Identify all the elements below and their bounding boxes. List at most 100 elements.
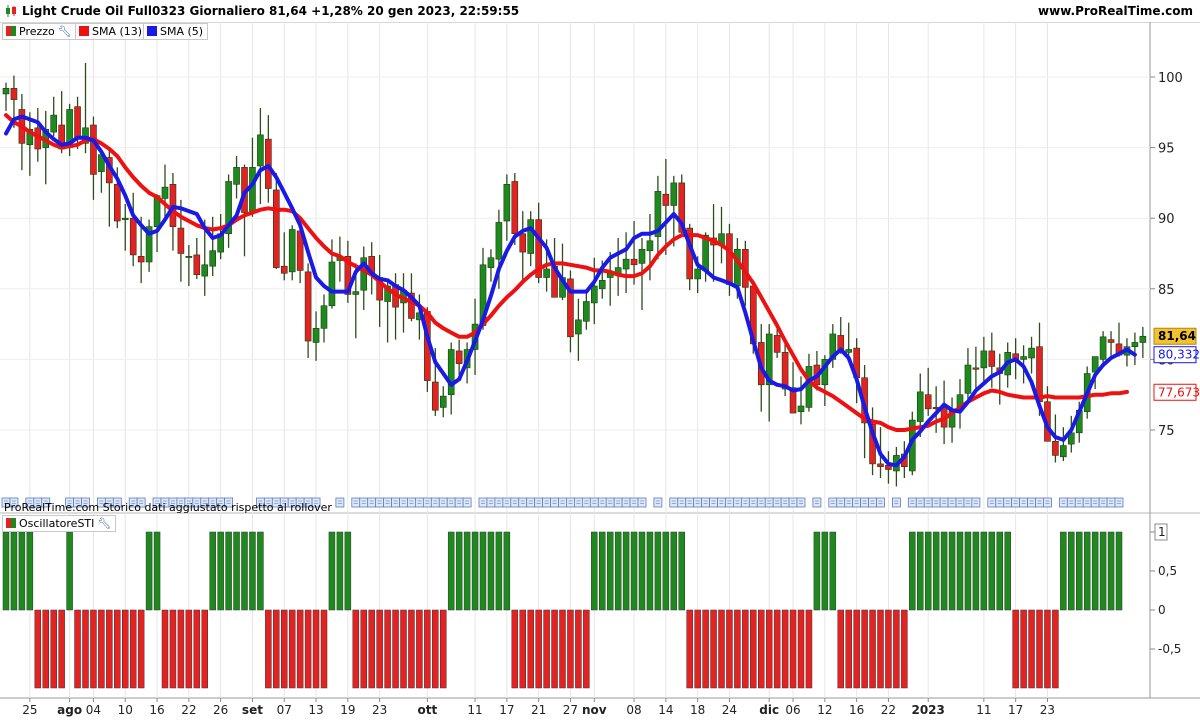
event-doc-icon [1027, 497, 1036, 508]
event-doc-frame [1043, 497, 1052, 508]
event-doc-frame [1114, 497, 1124, 508]
legend-sma5[interactable]: SMA (5) [143, 23, 209, 40]
event-doc-frame [430, 497, 440, 508]
candle-body [916, 391, 924, 422]
oscillator-bar [360, 609, 367, 689]
event-doc-icon [407, 497, 416, 508]
event-doc-icon [971, 497, 981, 508]
event-doc-icon [430, 497, 440, 508]
oscillator-bar [917, 531, 924, 611]
candle-body [694, 268, 701, 280]
candle-body [781, 352, 789, 390]
oscillator-bar [527, 609, 534, 689]
event-doc-icon [438, 497, 448, 508]
oscillator-bar [599, 531, 606, 611]
oscillator-bar [519, 609, 526, 689]
event-doc-icon [812, 497, 822, 508]
oscillator-bar [193, 609, 201, 689]
oscillator-bar [885, 609, 892, 689]
event-doc-frame [1082, 497, 1092, 508]
oscillator-bar [1060, 531, 1067, 611]
oscillator-bar [821, 531, 829, 611]
x-tick-label: 19 [340, 703, 355, 717]
oscillator-bar [964, 531, 972, 611]
oscillator-bar [98, 609, 105, 689]
x-tick-label: 25 [22, 703, 37, 717]
x-tick-label: 08 [626, 703, 641, 717]
event-doc-frame [1011, 497, 1021, 508]
event-doc-frame [1074, 497, 1084, 508]
osc-tick-label: -0,5 [1158, 642, 1181, 656]
event-doc-icon [796, 497, 806, 508]
oscillator-bar [750, 609, 757, 689]
event-doc-icon [589, 497, 599, 508]
legend-price[interactable]: Prezzo 🔧︎ [2, 23, 77, 40]
x-tick-label: dic [759, 703, 779, 717]
rollover-notice: ProRealTime.com Storico dati aggiustato … [4, 501, 332, 514]
event-doc-icon [581, 497, 591, 508]
x-tick-label: 12 [817, 703, 832, 717]
oscillator-bar [734, 609, 741, 689]
oscillator-bar [169, 609, 177, 689]
candle-body [2, 87, 10, 95]
osc-tick-label: 0 [1158, 603, 1166, 617]
sma5-swatch-icon [147, 26, 157, 36]
x-tick-label: 22 [881, 703, 896, 717]
event-doc-icon [502, 497, 512, 508]
oscillator-bar [654, 531, 662, 611]
candle-body [257, 134, 264, 167]
oscillator-bar [765, 609, 773, 689]
x-tick-label: 04 [86, 703, 101, 717]
oscillator-bar [789, 609, 797, 689]
oscillator-bar [630, 531, 638, 611]
candle-body [201, 264, 209, 277]
event-doc-frame [359, 497, 369, 508]
event-doc-frame [550, 497, 559, 508]
oscillator-bar [559, 609, 566, 689]
event-doc-icon [701, 497, 710, 508]
oscillator-bar [209, 531, 216, 611]
candle-body [805, 366, 813, 408]
event-doc-frame [597, 497, 607, 508]
event-doc-frame [963, 497, 973, 508]
event-doc-icon [1058, 497, 1068, 508]
wrench-icon[interactable]: 🔧︎ [58, 24, 72, 39]
oscillator-bar [1115, 531, 1123, 611]
candle-body [622, 258, 630, 270]
event-doc-frame [836, 497, 846, 508]
oscillator-bar [622, 531, 630, 611]
event-doc-frame [621, 497, 631, 508]
oscillator-bar [225, 531, 232, 611]
event-doc-frame [955, 497, 965, 508]
oscillator-bar [932, 531, 940, 611]
event-doc-frame [733, 497, 742, 508]
oscillator-bar [503, 531, 511, 611]
oscillator-bar [813, 531, 821, 611]
wrench-icon[interactable]: 🔧︎ [97, 516, 111, 531]
oscillator-bar [368, 609, 375, 689]
oscillator-bar [956, 531, 964, 611]
event-doc-icon [772, 497, 782, 508]
legend-oscillator[interactable]: OscillatoreSTI 🔧︎ [2, 515, 117, 532]
candle-body [121, 217, 129, 220]
event-doc-icon [740, 497, 750, 508]
sma13-line [4, 113, 1129, 432]
oscillator-bar [1044, 609, 1051, 689]
chart-canvas[interactable]: 758085909510077,67380,33281,6410,50-0,5 … [0, 0, 1200, 720]
event-doc-icon [605, 497, 615, 508]
event-doc-frame [637, 497, 647, 508]
candle-body [320, 305, 328, 329]
event-doc-icon [375, 497, 385, 508]
oscillator-bar [662, 531, 670, 611]
legend-sma13[interactable]: SMA (13) [75, 23, 148, 40]
oscillator-bar [710, 609, 717, 689]
candle-body [527, 219, 535, 254]
oscillator-bar [1083, 531, 1091, 611]
x-tick-label: 21 [531, 703, 546, 717]
event-doc-icon [1019, 497, 1028, 508]
candle-body [439, 395, 447, 408]
oscillator-bar [901, 609, 908, 689]
oscillator-bar [42, 609, 49, 689]
event-doc-frame [971, 497, 981, 508]
candle-body [74, 106, 81, 140]
